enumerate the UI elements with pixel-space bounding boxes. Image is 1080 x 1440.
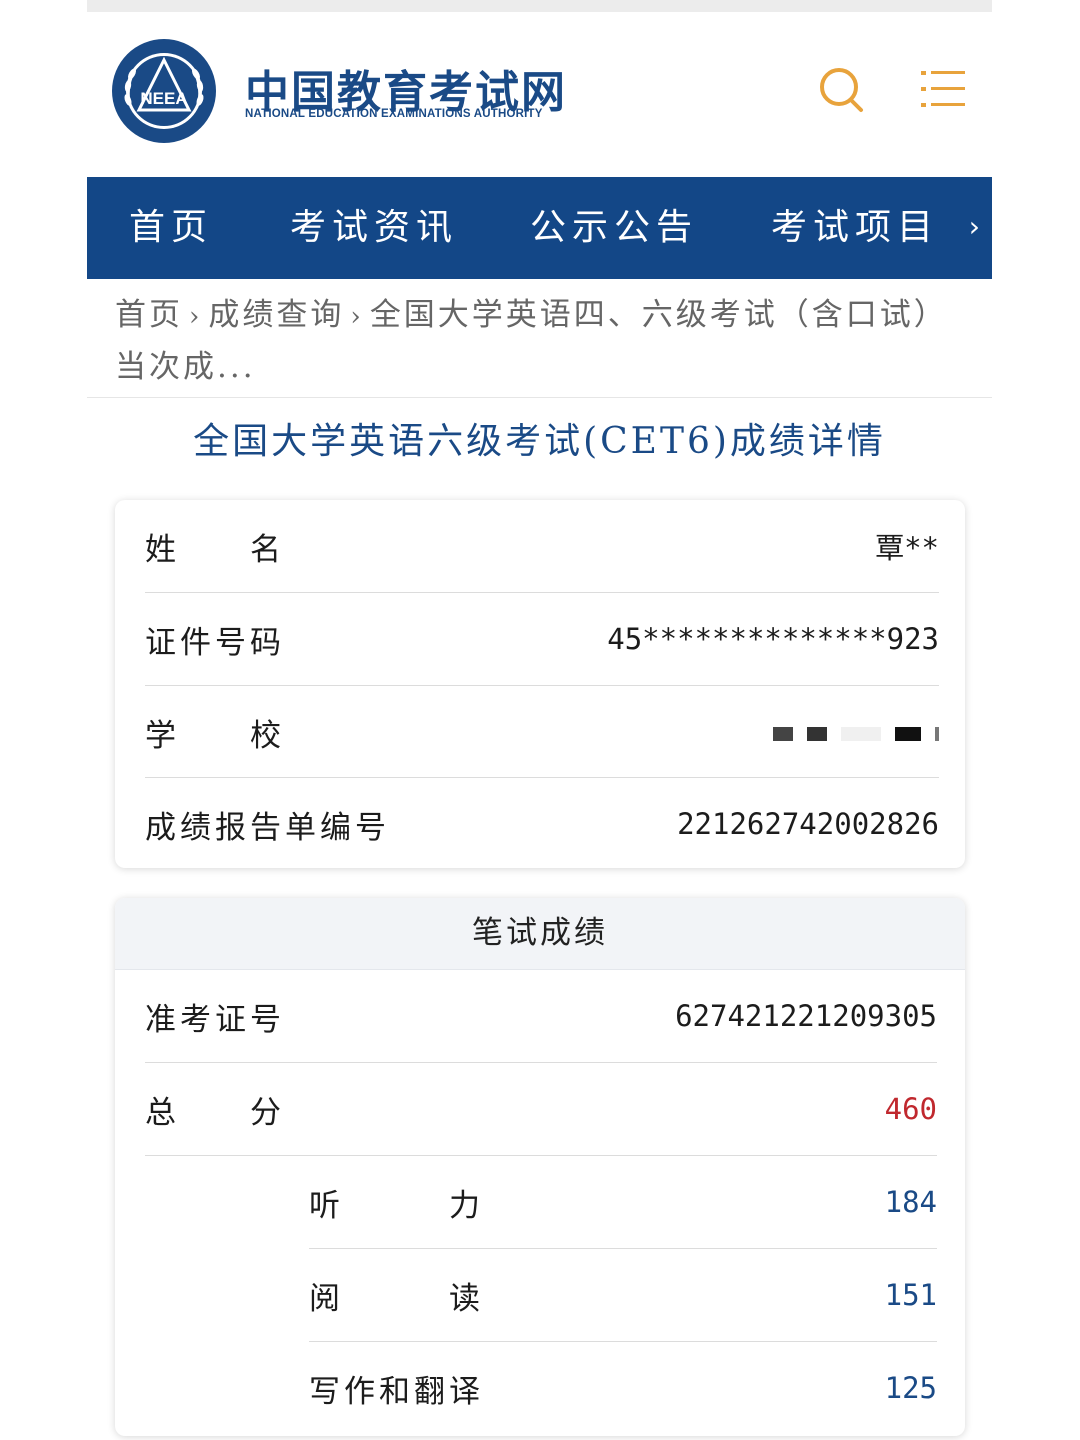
- page-frame: NEEA 中国教育考试网 NATIONAL EDUCATION EXAMINAT…: [87, 0, 992, 1440]
- reading-score-value: 151: [884, 1278, 937, 1312]
- info-value: 221262742002826: [677, 807, 939, 841]
- score-label: 总 分: [145, 1094, 285, 1131]
- score-row-listening: 听 力 184: [309, 1156, 937, 1248]
- info-label: 姓 名: [145, 531, 285, 568]
- listening-score-value: 184: [884, 1185, 937, 1219]
- logo-text: NEEA: [140, 89, 187, 108]
- info-label: 证件号码: [145, 624, 285, 661]
- info-row-name: 姓 名 覃**: [145, 500, 939, 592]
- breadcrumb: 首页 › 成绩查询 › 全国大学英语四、六级考试（含口试）当次成...: [115, 290, 945, 392]
- nav-item-home[interactable]: 首页: [129, 177, 213, 279]
- score-label: 准考证号: [145, 1001, 285, 1038]
- nav-more-chevron-icon[interactable]: ›: [969, 177, 980, 279]
- info-value: 覃**: [875, 531, 939, 565]
- info-row-school: 学 校: [145, 686, 939, 778]
- score-label: 听 力: [309, 1187, 484, 1224]
- info-label: 学 校: [145, 717, 285, 754]
- neea-logo[interactable]: NEEA: [111, 38, 217, 144]
- search-icon[interactable]: [817, 64, 867, 114]
- main-nav: 首页 考试资讯 公示公告 考试项目 ›: [87, 177, 992, 279]
- score-label: 写作和翻译: [309, 1373, 484, 1410]
- breadcrumb-separator: ›: [350, 302, 364, 332]
- score-card-title: 笔试成绩: [115, 898, 965, 970]
- info-row-report-number: 成绩报告单编号 221262742002826: [145, 778, 939, 870]
- divider: [87, 397, 992, 398]
- score-label: 阅 读: [309, 1280, 484, 1317]
- nav-item-exam-news[interactable]: 考试资讯: [290, 177, 458, 279]
- total-score-value: 460: [884, 1092, 937, 1126]
- nav-item-announcements[interactable]: 公示公告: [530, 177, 698, 279]
- info-label: 成绩报告单编号: [145, 809, 390, 846]
- info-row-id-number: 证件号码 45**************923: [145, 593, 939, 685]
- menu-icon[interactable]: [919, 64, 969, 114]
- page-title: 全国大学英语六级考试(CET6)成绩详情: [193, 421, 886, 462]
- written-score-card: 笔试成绩 准考证号 627421221209305 总 分 460 听 力 18…: [115, 898, 965, 1436]
- admission-number-value: 627421221209305: [675, 999, 937, 1033]
- redacted-school-value: [759, 714, 939, 750]
- score-row-total: 总 分 460: [145, 1063, 937, 1155]
- breadcrumb-separator: ›: [189, 302, 203, 332]
- score-row-admission-number: 准考证号 627421221209305: [145, 970, 937, 1062]
- info-value: 45**************923: [607, 622, 939, 656]
- writing-translation-score-value: 125: [884, 1371, 937, 1405]
- site-brand-subtitle: NATIONAL EDUCATION EXAMINATIONS AUTHORIT…: [245, 108, 543, 120]
- nav-item-exam-projects[interactable]: 考试项目: [771, 177, 939, 279]
- breadcrumb-score-query[interactable]: 成绩查询: [208, 297, 344, 333]
- score-row-writing-translation: 写作和翻译 125: [309, 1342, 937, 1434]
- score-row-reading: 阅 读 151: [309, 1249, 937, 1341]
- breadcrumb-home[interactable]: 首页: [115, 297, 183, 333]
- top-strip: [87, 0, 992, 12]
- candidate-info-card: 姓 名 覃** 证件号码 45**************923 学 校 成绩报…: [115, 500, 965, 868]
